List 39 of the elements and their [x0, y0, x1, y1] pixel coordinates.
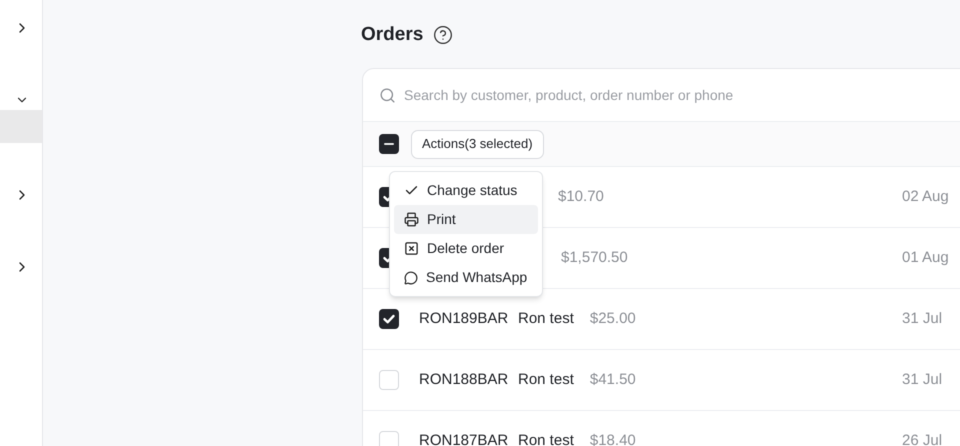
- menu-item[interactable]: Print: [394, 205, 538, 234]
- order-row[interactable]: RON188BAR Ron test $41.50 31 Jul: [363, 350, 960, 411]
- order-amount: $25.00: [590, 308, 636, 329]
- printer-icon: [404, 212, 419, 227]
- order-amount: $10.70: [558, 186, 604, 207]
- order-date: 02 Aug: [902, 188, 949, 205]
- menu-item-label: Delete order: [427, 239, 504, 258]
- order-date: 31 Jul: [902, 310, 942, 327]
- order-row[interactable]: RON187BAR Ron test $18.40 26 Jul: [363, 411, 960, 446]
- menu-item[interactable]: Change status: [394, 176, 538, 205]
- search-field[interactable]: Search by customer, product, order number or phone: [363, 69, 960, 122]
- help-icon[interactable]: [433, 25, 454, 45]
- order-amount: $41.50: [590, 370, 636, 390]
- actions-button[interactable]: Actions(3 selected): [411, 130, 544, 158]
- page-title: Orders: [361, 24, 424, 46]
- customer-name: Ron test: [518, 308, 574, 329]
- search-input[interactable]: Search by customer, product, order number or phone: [404, 84, 960, 106]
- menu-item[interactable]: Delete order: [394, 234, 538, 263]
- row-checkbox[interactable]: [379, 431, 399, 446]
- select-all-checkbox[interactable]: [379, 134, 399, 154]
- customer-name: Ron test: [518, 430, 574, 446]
- delete-icon: [404, 241, 419, 256]
- checked-checkbox[interactable]: [379, 309, 399, 329]
- order-amount: $18.40: [590, 430, 636, 446]
- order-amount: $1,570.50: [561, 248, 628, 268]
- menu-item[interactable]: Send WhatsApp: [394, 263, 538, 292]
- customer-name: Ron test: [518, 370, 574, 390]
- order-date: 01 Aug: [902, 248, 949, 266]
- order-number: RON187BAR: [419, 430, 510, 446]
- order-number: RON189BAR: [419, 308, 510, 329]
- order-date: 26 Jul: [902, 432, 942, 446]
- order-number: RON188BAR: [419, 370, 510, 390]
- order-date: 31 Jul: [902, 370, 942, 388]
- menu-item-label: Send WhatsApp: [426, 268, 528, 287]
- search-icon: [379, 86, 396, 104]
- menu-item-label: Change status: [427, 181, 518, 200]
- row-checkbox[interactable]: [379, 370, 399, 390]
- menu-item-label: Print: [427, 210, 456, 229]
- chat-bubble-icon: [404, 270, 418, 284]
